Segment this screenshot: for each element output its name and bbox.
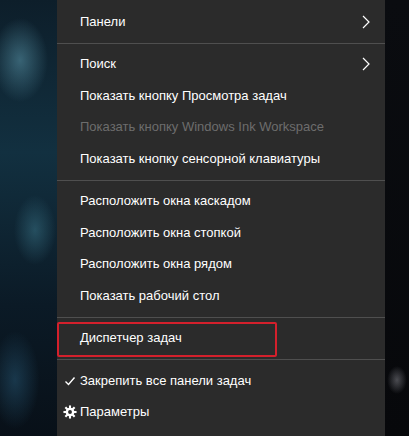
wallpaper: [0, 0, 57, 436]
menu-item-label: Показать кнопку Просмотра задач: [80, 88, 373, 104]
context-menu: Панели Поиск Показать кнопку Просмотра зад…: [57, 0, 385, 436]
separator-line: [57, 180, 385, 181]
chevron-icon: [362, 15, 370, 29]
menu-item[interactable]: Расположить окна рядом: [57, 249, 385, 281]
menu-separator: [57, 38, 385, 49]
menu-separator: [57, 354, 385, 365]
menu-item-label: Поиск: [80, 56, 359, 72]
menu-separator: [57, 312, 385, 323]
menu-item[interactable]: Диспетчер задач: [57, 323, 385, 355]
highlight-box: [57, 322, 277, 357]
submenu-arrow: [359, 15, 373, 29]
menu-item-label: Закрепить все панели задач: [80, 373, 373, 389]
submenu-arrow: [359, 57, 373, 71]
check-icon: [64, 375, 76, 387]
chevron-icon: [362, 57, 370, 71]
menu-item-label: Показать кнопку Windows Ink Workspace: [80, 119, 373, 135]
menu-item[interactable]: Показать кнопку Просмотра задач: [57, 80, 385, 112]
menu-item[interactable]: Показать рабочий стол: [57, 280, 385, 312]
wallpaper: [385, 0, 409, 436]
menu-item-label: Расположить окна рядом: [80, 256, 373, 272]
separator-line: [57, 359, 385, 360]
menu-item[interactable]: Поиск: [57, 49, 385, 81]
menu-item-label: Диспетчер задач: [80, 330, 373, 346]
menu-item[interactable]: Расположить окна стопкой: [57, 217, 385, 249]
separator-line: [57, 317, 385, 318]
menu-item-label: Показать рабочий стол: [80, 288, 373, 304]
menu-separator: [57, 175, 385, 186]
desktop: Панели Поиск Показать кнопку Просмотра зад…: [0, 0, 409, 436]
gear-icon: [63, 405, 77, 419]
menu-item-label: Расположить окна каскадом: [80, 193, 373, 209]
menu-item-label: Параметры: [80, 404, 373, 420]
menu-item-label: Показать кнопку сенсорной клавиатуры: [80, 151, 373, 167]
menu-item[interactable]: Закрепить все панели задач: [57, 365, 385, 397]
menu-item[interactable]: Показать кнопку Windows Ink Workspace: [57, 112, 385, 144]
menu-item-label: Панели: [80, 14, 359, 30]
menu-item[interactable]: Показать кнопку сенсорной клавиатуры: [57, 143, 385, 175]
separator-line: [57, 43, 385, 44]
check-slot: [57, 375, 80, 387]
menu-item[interactable]: Расположить окна каскадом: [57, 186, 385, 218]
menu-item[interactable]: Параметры: [57, 397, 385, 429]
menu-item[interactable]: Панели: [57, 6, 385, 38]
menu-item-label: Расположить окна стопкой: [80, 225, 373, 241]
check-slot: [57, 405, 80, 419]
